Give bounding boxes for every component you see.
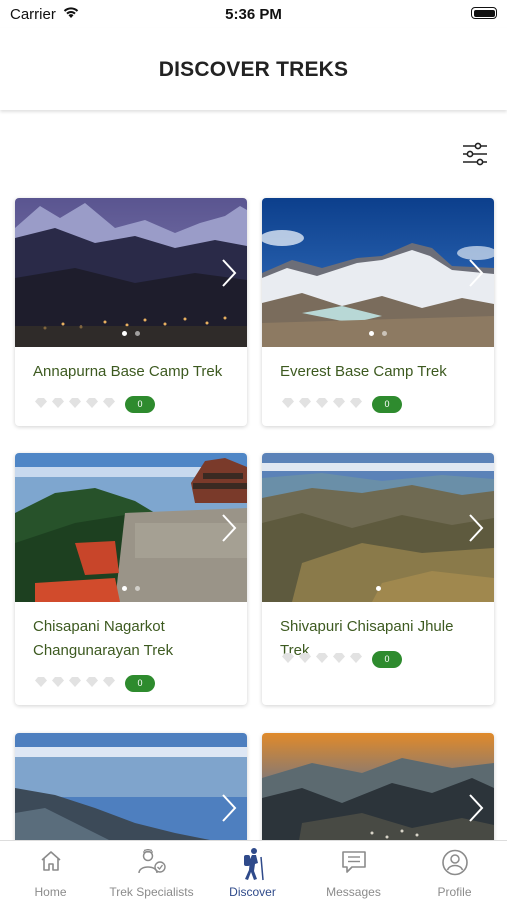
diamond-icon (299, 653, 311, 663)
trek-image[interactable] (15, 453, 247, 602)
trek-title: Chisapani Nagarkot Changunarayan Trek (33, 618, 174, 659)
diamond-icon (86, 398, 98, 408)
diamond-rating[interactable] (282, 653, 367, 667)
diamond-rating[interactable] (35, 398, 120, 412)
trek-card[interactable]: Chisapani Nagarkot Changunarayan Trek 0 (15, 453, 247, 705)
diamond-icon (333, 398, 345, 408)
profile-icon (441, 849, 468, 876)
diamond-icon (350, 398, 362, 408)
diamond-icon (52, 677, 64, 687)
tab-trek-specialists[interactable]: Trek Specialists (101, 841, 202, 901)
trek-card[interactable]: Everest Base Camp Trek 0 (262, 198, 494, 426)
tab-home[interactable]: Home (0, 841, 101, 901)
tab-label: Discover (229, 885, 276, 899)
tab-label: Home (34, 885, 67, 899)
battery-icon (471, 7, 497, 19)
trek-image[interactable] (262, 453, 494, 602)
chevron-right-icon[interactable] (468, 258, 484, 288)
carousel-dots (15, 331, 247, 336)
tab-messages[interactable]: Messages (303, 841, 404, 901)
carousel-dots (15, 586, 247, 591)
chevron-right-icon[interactable] (468, 793, 484, 823)
message-icon (341, 851, 366, 873)
diamond-icon (103, 677, 115, 687)
chevron-right-icon[interactable] (221, 793, 237, 823)
rating-count-badge: 0 (125, 396, 155, 413)
diamond-icon (103, 398, 115, 408)
diamond-icon (316, 398, 328, 408)
diamond-icon (282, 653, 294, 663)
trek-card[interactable]: Annapurna Base Camp Trek 0 (15, 198, 247, 426)
diamond-icon (69, 677, 81, 687)
tab-label: Profile (437, 885, 472, 899)
chevron-right-icon[interactable] (468, 513, 484, 543)
hiker-icon (243, 848, 264, 881)
diamond-icon (282, 398, 294, 408)
diamond-icon (69, 398, 81, 408)
tab-bar: Home Trek Specialists Discover Messages (0, 840, 507, 901)
tab-profile[interactable]: Profile (404, 841, 505, 901)
page-title: DISCOVER TREKS (158, 58, 349, 81)
rating-count-badge: 0 (372, 396, 402, 413)
diamond-icon (333, 653, 345, 663)
carousel-dots (262, 331, 494, 336)
diamond-icon (299, 398, 311, 408)
chevron-right-icon[interactable] (221, 258, 237, 288)
trek-image[interactable] (262, 198, 494, 347)
diamond-icon (86, 677, 98, 687)
filter-icon[interactable] (461, 141, 489, 167)
tab-label: Trek Specialists (109, 885, 194, 899)
diamond-icon (350, 653, 362, 663)
nav-header: DISCOVER TREKS (0, 28, 507, 110)
diamond-icon (316, 653, 328, 663)
status-bar: Carrier 5:36 PM (0, 0, 507, 28)
specialists-icon (137, 849, 166, 874)
tab-label: Messages (326, 885, 381, 899)
diamond-icon (52, 398, 64, 408)
diamond-rating[interactable] (282, 398, 367, 412)
trek-title: Annapurna Base Camp Trek (33, 363, 223, 380)
diamond-rating[interactable] (35, 677, 120, 691)
rating-count-badge: 0 (125, 675, 155, 692)
trek-title: Everest Base Camp Trek (280, 363, 447, 380)
carousel-dots (262, 586, 494, 591)
home-icon (40, 851, 61, 871)
chevron-right-icon[interactable] (221, 513, 237, 543)
tab-discover[interactable]: Discover (202, 841, 303, 901)
diamond-icon (35, 677, 47, 687)
trek-image[interactable] (15, 198, 247, 347)
rating-count-badge: 0 (372, 651, 402, 668)
clock: 5:36 PM (225, 6, 282, 23)
diamond-icon (35, 398, 47, 408)
trek-card[interactable]: Shivapuri Chisapani Jhule Trek 0 (262, 453, 494, 705)
